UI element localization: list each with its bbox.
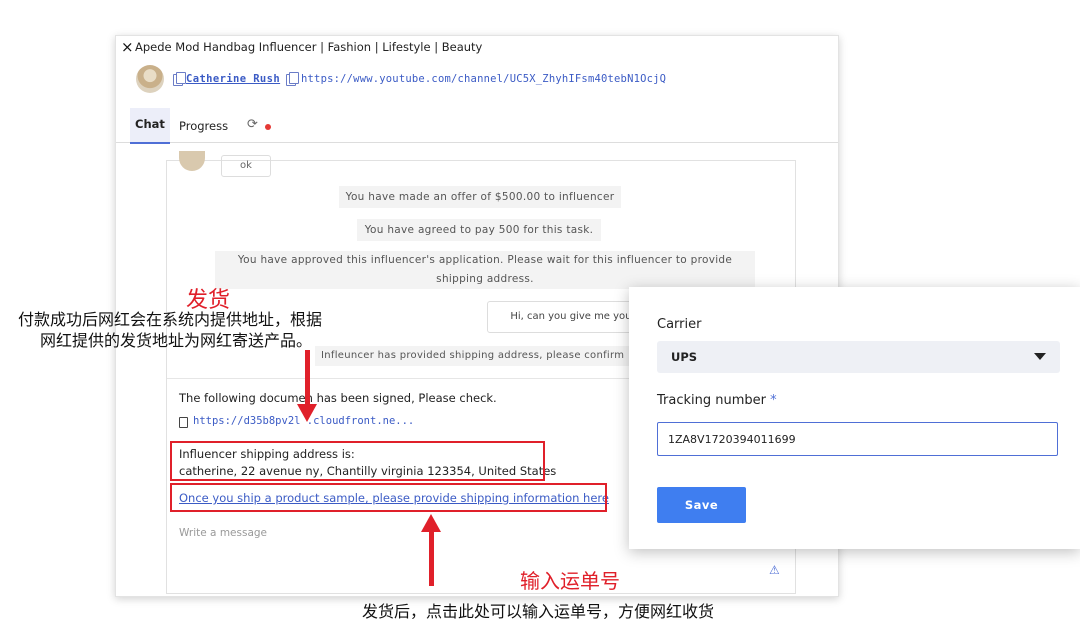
carrier-label: Carrier	[657, 317, 702, 332]
tracking-label-text: Tracking number	[657, 393, 766, 408]
annotation-input-desc: 发货后，点击此处可以输入运单号，方便网红收货	[362, 602, 715, 621]
system-message: You have approved this influencer's appl…	[215, 251, 755, 289]
system-message: Infleuncer has provided shipping address…	[315, 346, 661, 366]
up-arrow-shaft	[429, 530, 434, 586]
influencer-name-link[interactable]: Catherine Rush	[186, 73, 280, 85]
down-arrow-head	[297, 404, 317, 422]
shipping-info-panel: Carrier UPS Tracking number * Save	[629, 287, 1080, 549]
tab-chat[interactable]: Chat	[130, 108, 170, 144]
refresh-icon[interactable]: ⟳	[247, 117, 258, 132]
copy-icon[interactable]	[286, 72, 299, 86]
close-icon[interactable]: ×	[121, 38, 134, 56]
avatar	[136, 65, 164, 93]
copy-icon[interactable]	[173, 72, 186, 86]
system-message: You have made an offer of $500.00 to inf…	[339, 186, 621, 208]
required-mark: *	[770, 393, 777, 408]
annotation-input-title: 输入运单号	[520, 569, 620, 593]
system-message: You have agreed to pay 500 for this task…	[357, 219, 601, 241]
warning-icon[interactable]: ⚠	[769, 563, 780, 577]
save-button[interactable]: Save	[657, 487, 746, 523]
annotation-ship-desc: 网红提供的发货地址为网红寄送产品。	[40, 331, 313, 350]
address-highlight-box	[170, 441, 545, 481]
tab-progress[interactable]: Progress	[179, 119, 228, 133]
down-arrow-icon	[305, 350, 310, 408]
message-bubble: ok	[221, 155, 271, 177]
channel-url-link[interactable]: https://www.youtube.com/channel/UC5X_Zhy…	[301, 73, 666, 85]
chevron-down-icon	[1034, 353, 1046, 360]
document-icon	[179, 417, 188, 428]
avatar	[179, 151, 205, 171]
notification-dot	[265, 124, 271, 130]
carrier-selected-value: UPS	[671, 350, 698, 364]
window-title: Apede Mod Handbag Influencer | Fashion |…	[135, 40, 483, 54]
ship-link-highlight-box	[170, 483, 607, 512]
signed-notice: The following documen has been signed, P…	[179, 391, 497, 405]
tracking-number-label: Tracking number *	[657, 393, 777, 408]
tracking-number-input[interactable]	[657, 422, 1058, 456]
carrier-select[interactable]: UPS	[657, 341, 1060, 373]
